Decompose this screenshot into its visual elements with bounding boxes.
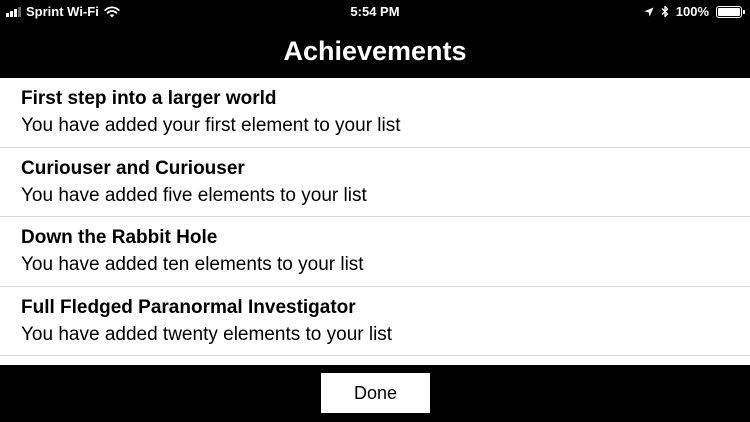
achievement-title: Full Fledged Paranormal Investigator (21, 296, 356, 318)
achievement-description: You have added your first element to you… (21, 115, 401, 136)
bluetooth-icon (661, 5, 668, 18)
status-bar: Sprint Wi-Fi 5:54 PM 100% (0, 0, 750, 24)
page-title: Achievements (283, 35, 467, 66)
status-right: 100% (644, 4, 745, 19)
battery-percent: 100% (675, 4, 709, 19)
achievement-description: You have added five elements to your lis… (21, 184, 367, 206)
list-item: Full Fledged Paranormal Investigator You … (0, 287, 750, 356)
bottom-bar: Done (0, 365, 750, 422)
achievement-title: First step into a larger world (21, 88, 277, 109)
done-button[interactable]: Done (321, 373, 430, 413)
status-time: 5:54 PM (350, 4, 400, 19)
battery-fill (718, 7, 740, 16)
list-item: First step into a larger world You have a… (0, 78, 750, 148)
location-icon (644, 7, 654, 16)
list-item: Down the Rabbit Hole You have added ten e… (0, 217, 750, 287)
achievements-screen: Sprint Wi-Fi 5:54 PM 100% Achievements F… (0, 0, 750, 422)
achievement-description: You have added twenty elements to your l… (21, 323, 393, 345)
achievement-title: Curiouser and Curiouser (21, 157, 245, 179)
achievement-title: Down the Rabbit Hole (21, 227, 218, 248)
achievement-list[interactable]: First step into a larger world You have a… (0, 78, 750, 365)
achievement-description: You have added ten elements to your list (21, 254, 364, 275)
list-item: Curiouser and Curiouser You have added fi… (0, 148, 750, 217)
battery-icon (716, 5, 745, 18)
